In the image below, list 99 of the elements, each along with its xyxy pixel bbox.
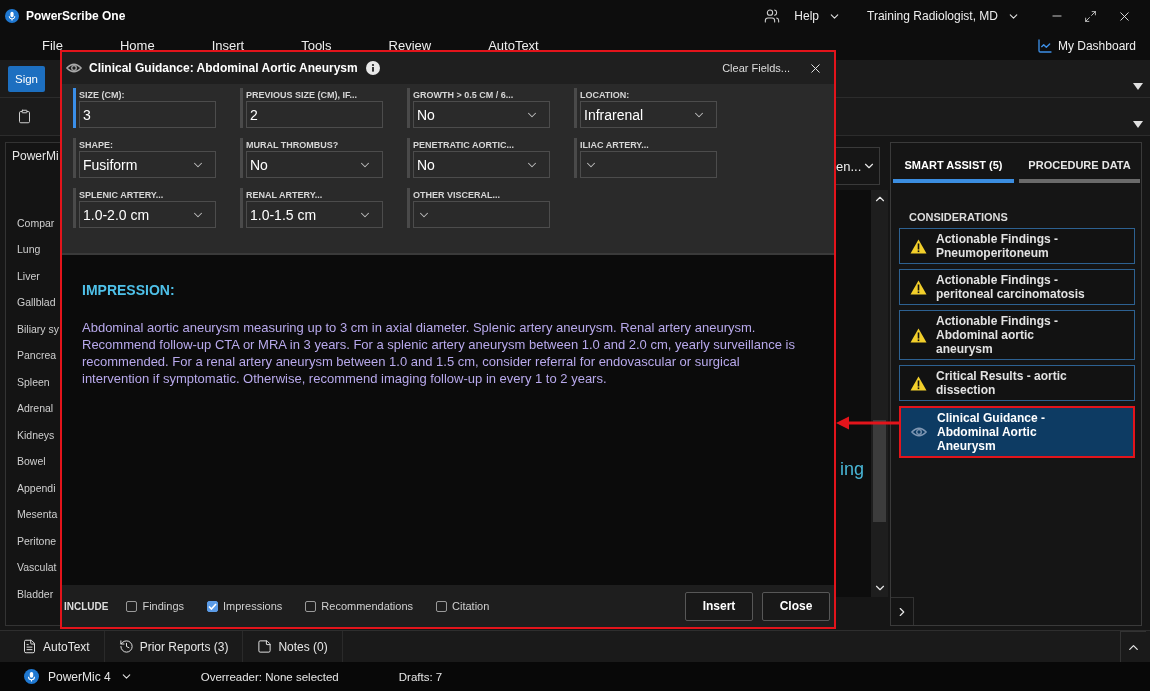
user-menu[interactable]: Training Radiologist, MD — [867, 9, 1020, 23]
list-item[interactable]: Spleen — [17, 375, 50, 389]
dropdown-arrow-icon[interactable] — [1133, 121, 1143, 128]
menu-item[interactable]: File — [42, 39, 63, 53]
field-label: RENAL ARTERY... — [246, 189, 323, 201]
impression-text: Abdominal aortic aneurysm measuring up to 3 cm in axial diameter. Splenic artery aneurysm. Renal artery aneurysm. Recommend follow-up CTA or MRA in 3 years. For a splenic artery aneurysm between 1.0 and 2.0 cm, yearly surveillance is recommended. For a renal artery aneurysm between 1.0 and 1.5 cm, consider referral for endovascular or surgical intervention if symptomatic. Otherwise, recommend imaging follow-up in every 1 to 2 years. — [82, 319, 796, 387]
text-field[interactable]: 3 — [79, 101, 216, 128]
close-button[interactable]: Close — [762, 591, 830, 621]
help-menu[interactable]: Help — [794, 9, 842, 23]
field-label: GROWTH > 0.5 CM / 6... — [413, 89, 514, 101]
list-item[interactable]: Gallblad — [17, 296, 56, 310]
field-label: MURAL THROMBUS? — [246, 139, 339, 151]
consideration-card[interactable]: Actionable Findings - Pneumoperitoneum — [899, 228, 1135, 264]
menu-item[interactable]: AutoText — [488, 39, 539, 53]
device-selector[interactable]: PowerMic 4 — [48, 669, 133, 684]
checkbox[interactable] — [207, 600, 219, 612]
note-icon — [257, 639, 273, 654]
select-field[interactable]: No — [246, 151, 383, 178]
consideration-card[interactable]: Critical Results - aortic dissection — [899, 365, 1135, 401]
menu-item[interactable]: Home — [119, 39, 155, 53]
field-label: SHAPE: — [79, 139, 113, 151]
text-field[interactable]: 2 — [246, 101, 383, 128]
dropdown[interactable]: en... — [836, 147, 880, 185]
field-label: PENETRATIC AORTIC... — [413, 139, 514, 151]
clear-fields-button[interactable]: Clear Fields... — [722, 62, 790, 74]
overreader-status: Overreader: None selected — [200, 670, 339, 683]
list-item[interactable]: Liver — [17, 269, 40, 283]
app-title: PowerScribe One — [26, 9, 126, 23]
dropdown-arrow-icon[interactable] — [1133, 83, 1143, 90]
dashboard-link[interactable]: My Dashboard — [1036, 38, 1136, 54]
field-label: SIZE (CM): — [79, 89, 125, 101]
consideration-card[interactable]: Actionable Findings - peritoneal carcinomatosis — [899, 269, 1135, 305]
panel-tab[interactable]: PROCEDURE DATA — [1019, 151, 1140, 183]
list-item[interactable]: Compar — [17, 216, 55, 230]
warning-icon — [909, 375, 927, 391]
select-field[interactable]: No — [413, 101, 550, 128]
field-label: OTHER VISCERAL... — [413, 189, 500, 201]
select-field[interactable]: Fusiform — [79, 151, 216, 178]
consideration-card[interactable]: Clinical Guidance - Abdominal Aortic Aneurysm — [899, 406, 1135, 458]
checkbox-label[interactable]: Recommendations — [321, 600, 414, 612]
scroll-thumb[interactable] — [873, 420, 886, 522]
select-field[interactable] — [580, 151, 717, 178]
list-item[interactable]: Adrenal — [17, 402, 54, 416]
section-title: CONSIDERATIONS — [908, 210, 1009, 223]
document-icon — [22, 639, 37, 654]
list-item[interactable]: Pancrea — [17, 349, 57, 363]
users-icon[interactable] — [764, 8, 781, 24]
editor-text: ing — [839, 458, 864, 480]
history-icon — [118, 639, 134, 654]
dialog-title: Clinical Guidance: Abdominal Aortic Aneurysm — [89, 61, 358, 75]
menu-item[interactable]: Review — [388, 39, 432, 53]
consideration-card[interactable]: Actionable Findings - Abdominal aortic aneurysm — [899, 310, 1135, 360]
checkbox-label[interactable]: Citation — [452, 600, 490, 612]
eye-icon — [911, 426, 927, 438]
list-item[interactable]: Vasculat — [17, 561, 57, 575]
checkmark-icon — [208, 602, 218, 610]
checkbox[interactable] — [305, 600, 317, 612]
expand-button[interactable] — [891, 597, 914, 625]
drafts-count: Drafts: 7 — [398, 670, 443, 683]
panel-title: PowerMi — [11, 148, 60, 163]
list-item[interactable]: Bowel — [17, 455, 46, 469]
field-label: ILIAC ARTERY... — [580, 139, 649, 151]
microphone-icon[interactable] — [24, 669, 39, 684]
include-label: INCLUDE — [64, 600, 109, 612]
checkbox-label[interactable]: Findings — [142, 600, 185, 612]
list-item[interactable]: Mesenta — [17, 508, 58, 522]
list-item[interactable]: Appendi — [17, 481, 56, 495]
select-field[interactable] — [413, 201, 550, 228]
select-field[interactable]: 1.0-1.5 cm — [246, 201, 383, 228]
field-label: SPLENIC ARTERY... — [79, 189, 164, 201]
maximize-icon[interactable] — [1084, 9, 1097, 23]
list-item[interactable]: Kidneys — [17, 428, 55, 442]
menu-item[interactable]: Insert — [211, 39, 245, 53]
info-icon[interactable] — [365, 61, 380, 75]
checkbox[interactable] — [436, 600, 448, 612]
field-label: PREVIOUS SIZE (CM), IF... — [246, 89, 357, 101]
scrollbar[interactable] — [871, 190, 888, 597]
chart-icon — [1036, 38, 1053, 54]
select-field[interactable]: No — [413, 151, 550, 178]
list-item[interactable]: Bladder — [17, 587, 54, 601]
list-item[interactable]: Peritone — [17, 534, 57, 548]
warning-icon — [909, 279, 927, 295]
eye-icon — [66, 62, 82, 74]
insert-button[interactable]: Insert — [685, 591, 753, 621]
warning-icon — [909, 238, 927, 254]
panel-tab[interactable]: SMART ASSIST (5) — [893, 151, 1014, 183]
select-field[interactable]: 1.0-2.0 cm — [79, 201, 216, 228]
list-item[interactable]: Lung — [17, 243, 41, 257]
checkbox[interactable] — [126, 600, 138, 612]
checkbox-label[interactable]: Impressions — [223, 600, 283, 612]
warning-icon — [909, 327, 927, 343]
logo-icon — [5, 9, 19, 23]
section-heading: IMPRESSION: — [82, 282, 176, 298]
menu-item[interactable]: Tools — [301, 39, 332, 53]
select-field[interactable]: Infrarenal — [580, 101, 717, 128]
field-label: LOCATION: — [580, 89, 630, 101]
list-item[interactable]: Biliary sy — [17, 322, 59, 336]
clipboard-icon[interactable] — [17, 109, 32, 124]
sign-button[interactable]: Sign — [8, 65, 46, 92]
